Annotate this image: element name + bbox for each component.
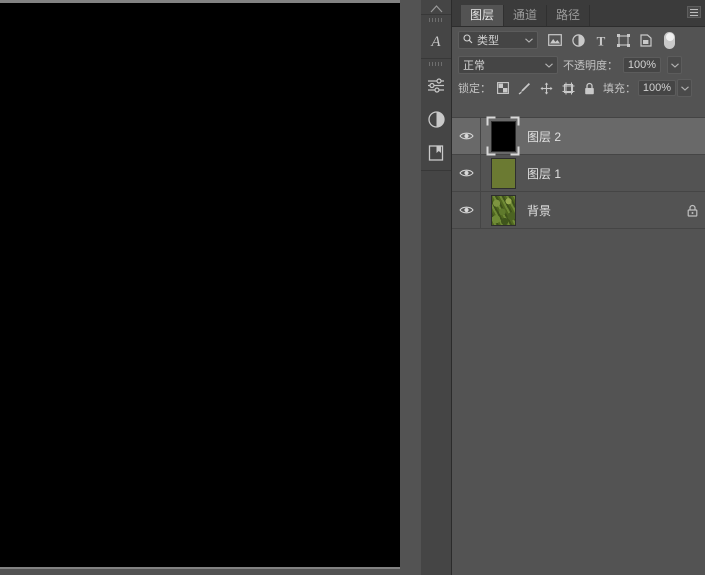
layer-name[interactable]: 图层 1 bbox=[525, 165, 679, 182]
character-panel-icon[interactable]: A bbox=[421, 24, 451, 58]
fill-input[interactable]: 100% bbox=[638, 80, 676, 96]
photoshop-window: A 图层 通道 路径 类型 T 正常 不透明度： 100% 锁定： 填充： 10… bbox=[0, 0, 705, 575]
lock-icon-group bbox=[497, 82, 595, 95]
opacity-input[interactable]: 100% bbox=[623, 57, 661, 73]
adjustments-panel-icon[interactable] bbox=[421, 68, 451, 102]
filter-kind-label: 类型 bbox=[477, 35, 499, 47]
table-row[interactable]: 图层 1 bbox=[452, 155, 705, 192]
image-canvas[interactable] bbox=[0, 3, 400, 567]
lock-all-icon[interactable] bbox=[584, 82, 595, 95]
filter-type-icon[interactable]: T bbox=[595, 34, 607, 47]
workspace-gutter bbox=[400, 0, 420, 575]
layer-thumbnail-cell[interactable] bbox=[481, 116, 525, 156]
opacity-label: 不透明度： bbox=[563, 60, 618, 72]
eye-icon bbox=[458, 168, 474, 178]
tab-paths[interactable]: 路径 bbox=[547, 5, 591, 26]
layer-thumbnail-cell[interactable] bbox=[481, 157, 525, 189]
canvas-bottom-strip bbox=[0, 569, 400, 575]
properties-panel-icon[interactable] bbox=[421, 102, 451, 136]
lock-label: 锁定： bbox=[458, 83, 491, 95]
layer-thumbnail[interactable] bbox=[490, 157, 516, 189]
panel-icon-dock: A bbox=[421, 0, 452, 575]
svg-text:A: A bbox=[430, 34, 441, 50]
background-lock-icon bbox=[679, 204, 705, 217]
lock-image-pixels-icon[interactable] bbox=[518, 82, 531, 95]
eye-icon bbox=[458, 205, 474, 215]
dock-partial-icon[interactable] bbox=[421, 0, 451, 14]
panel-tab-bar: 图层 通道 路径 bbox=[452, 0, 705, 27]
filter-smartobject-icon[interactable] bbox=[640, 33, 652, 47]
table-row[interactable]: 图层 2 bbox=[452, 116, 705, 156]
tab-channels[interactable]: 通道 bbox=[504, 5, 548, 26]
layer-name[interactable]: 图层 2 bbox=[525, 128, 679, 145]
chevron-down-icon bbox=[545, 59, 553, 71]
layer-visibility-toggle[interactable] bbox=[452, 118, 481, 154]
blend-mode-value: 正常 bbox=[463, 60, 485, 72]
dock-grip-1[interactable] bbox=[421, 15, 451, 24]
lock-position-icon[interactable] bbox=[540, 82, 553, 95]
dock-divider bbox=[421, 170, 451, 171]
blend-opacity-row: 正常 不透明度： 100% bbox=[452, 53, 705, 77]
tab-layers[interactable]: 图层 bbox=[461, 5, 505, 26]
panel-menu-icon[interactable] bbox=[687, 6, 701, 18]
filter-adjustment-icon[interactable] bbox=[572, 33, 585, 47]
layer-visibility-toggle[interactable] bbox=[452, 155, 481, 191]
filter-shape-icon[interactable] bbox=[617, 33, 630, 47]
search-icon bbox=[463, 33, 473, 47]
lock-row: 锁定： 填充： 100% bbox=[452, 77, 705, 99]
canvas-frame bbox=[0, 0, 400, 569]
filter-type-icons: T bbox=[548, 31, 675, 49]
layer-visibility-toggle[interactable] bbox=[452, 192, 481, 228]
filter-enable-toggle[interactable] bbox=[664, 31, 675, 49]
opacity-stepper[interactable] bbox=[667, 56, 682, 74]
lock-transparent-pixels-icon[interactable] bbox=[497, 82, 509, 94]
layer-thumbnail-cell[interactable] bbox=[481, 194, 525, 226]
layer-name[interactable]: 背景 bbox=[525, 202, 679, 219]
fill-stepper[interactable] bbox=[677, 79, 692, 97]
layer-thumbnail[interactable] bbox=[490, 120, 516, 152]
blend-mode-select[interactable]: 正常 bbox=[458, 56, 558, 74]
table-row[interactable]: 背景 bbox=[452, 192, 705, 229]
eye-icon bbox=[458, 131, 474, 141]
svg-text:T: T bbox=[597, 34, 606, 47]
layers-panel: 图层 通道 路径 类型 T 正常 不透明度： 100% 锁定： 填充： 100%… bbox=[452, 0, 705, 575]
document-area bbox=[0, 0, 420, 575]
layer-list[interactable]: 图层 2 图层 1 背景 bbox=[452, 116, 705, 575]
filter-pixel-icon[interactable] bbox=[548, 34, 562, 46]
fill-label: 填充： bbox=[603, 83, 636, 95]
chevron-down-icon bbox=[525, 34, 533, 46]
dock-grip-2[interactable] bbox=[421, 59, 451, 68]
filter-kind-select[interactable]: 类型 bbox=[458, 31, 538, 49]
libraries-panel-icon[interactable] bbox=[421, 136, 451, 170]
layer-filter-row: 类型 T bbox=[452, 27, 705, 53]
lock-artboard-icon[interactable] bbox=[562, 82, 575, 95]
layer-thumbnail[interactable] bbox=[490, 194, 516, 226]
